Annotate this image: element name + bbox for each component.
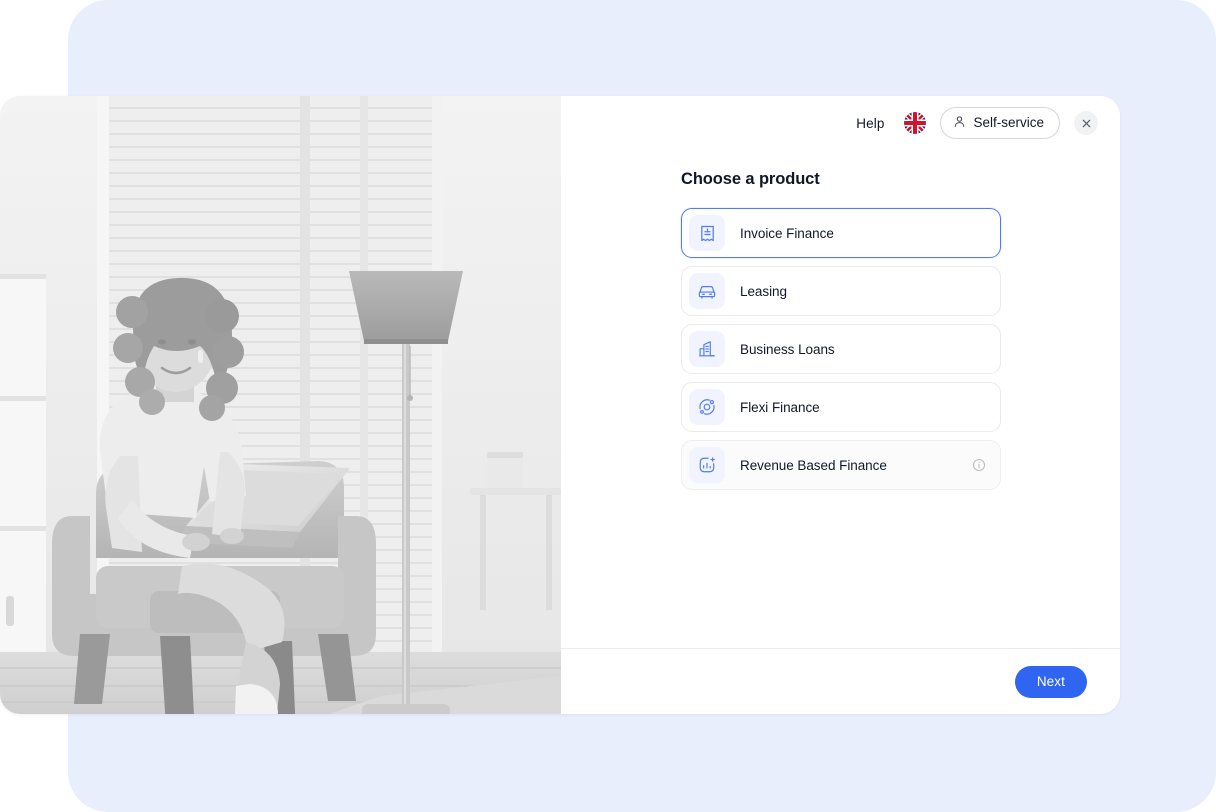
bar-chart-plus-icon (689, 447, 725, 483)
content-pane: Help Self-service Choose a product Invoi… (561, 96, 1120, 714)
product-option-business-loans[interactable]: Business Loans (681, 324, 1001, 374)
product-option-invoice-finance[interactable]: Invoice Finance (681, 208, 1001, 258)
screen-canvas: Help Self-service Choose a product Invoi… (0, 0, 1216, 812)
user-icon (953, 115, 966, 131)
close-icon[interactable] (1074, 111, 1098, 135)
orbit-icon (689, 389, 725, 425)
product-list: Invoice Finance Leasing Business Loans F… (681, 208, 1001, 490)
hero-photo (0, 96, 561, 714)
product-selection-body: Choose a product Invoice Finance Leasing… (561, 150, 1120, 648)
footer-bar: Next (561, 648, 1120, 714)
product-option-leasing[interactable]: Leasing (681, 266, 1001, 316)
page-title: Choose a product (681, 170, 820, 188)
product-option-revenue-based-finance[interactable]: Revenue Based Finance (681, 440, 1001, 490)
product-option-label: Leasing (740, 283, 787, 299)
product-option-label: Revenue Based Finance (740, 457, 887, 473)
self-service-label: Self-service (973, 115, 1044, 131)
app-card: Help Self-service Choose a product Invoi… (0, 96, 1120, 714)
next-button[interactable]: Next (1014, 665, 1087, 698)
building-icon (689, 331, 725, 367)
product-option-flexi-finance[interactable]: Flexi Finance (681, 382, 1001, 432)
help-link[interactable]: Help (850, 112, 890, 135)
product-option-label: Flexi Finance (740, 399, 820, 415)
product-option-label: Business Loans (740, 341, 835, 357)
uk-flag-icon[interactable] (904, 112, 927, 134)
header-bar: Help Self-service (561, 96, 1120, 150)
self-service-button[interactable]: Self-service (940, 107, 1060, 139)
car-icon (689, 273, 725, 309)
product-option-label: Invoice Finance (740, 225, 834, 241)
info-icon[interactable] (972, 458, 986, 472)
invoice-icon (689, 215, 725, 251)
